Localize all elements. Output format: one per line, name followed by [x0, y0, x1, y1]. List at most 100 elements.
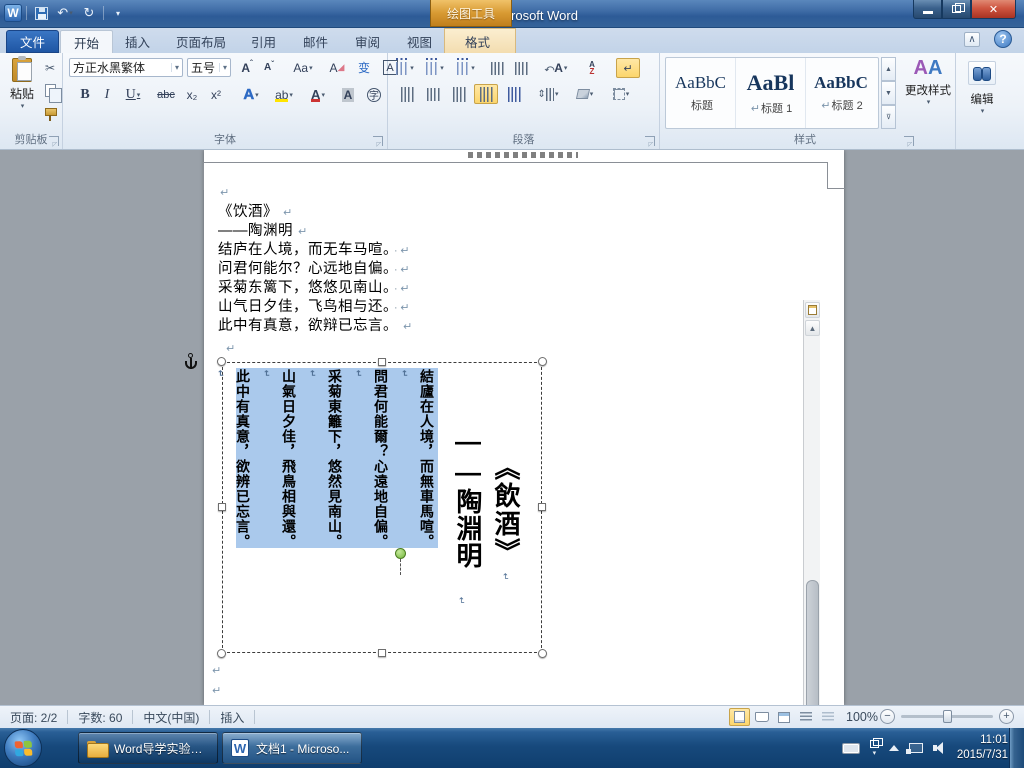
resize-handle-right[interactable]: [538, 503, 546, 511]
scrollbar-thumb[interactable]: [806, 580, 819, 705]
tab-mailings[interactable]: 邮件: [290, 30, 341, 53]
web-layout-button[interactable]: [773, 708, 794, 726]
subscript-button[interactable]: x₂: [181, 85, 203, 104]
textbox-author[interactable]: ——陶淵明: [451, 426, 484, 569]
superscript-button[interactable]: x²: [205, 85, 227, 104]
resize-handle-top[interactable]: [378, 358, 386, 366]
status-language[interactable]: 中文(中国): [133, 706, 209, 728]
style-item-title[interactable]: AaBbC 标题: [666, 58, 736, 128]
zoom-slider-thumb[interactable]: [943, 710, 952, 723]
shading-button[interactable]: ▾: [570, 84, 600, 104]
enclose-characters-button[interactable]: 字: [363, 85, 385, 104]
text-highlight-button[interactable]: ab ▾: [269, 85, 299, 104]
numbering-button[interactable]: ▾: [423, 57, 447, 77]
taskbar-clock[interactable]: 11:01 2015/7/31: [957, 733, 1008, 763]
styles-scroll-up-button[interactable]: ▲: [881, 57, 896, 81]
minimize-ribbon-button[interactable]: ∧: [964, 32, 980, 47]
increase-indent-button[interactable]: [510, 59, 532, 77]
styles-dialog-launcher[interactable]: [904, 136, 914, 146]
font-name-combo[interactable]: 方正水黑繁体 ▾: [69, 58, 183, 77]
full-screen-reading-button[interactable]: [751, 708, 772, 726]
change-case-button[interactable]: Aa ▾: [289, 58, 317, 77]
taskbar-item-word[interactable]: W 文档1 - Microso...: [222, 732, 362, 764]
change-styles-button[interactable]: AA 更改样式 ▾: [902, 57, 954, 106]
tab-format[interactable]: 格式: [452, 30, 503, 53]
resize-handle-left[interactable]: [218, 503, 226, 511]
distribute-button[interactable]: [502, 84, 526, 104]
restore-button[interactable]: [942, 0, 971, 19]
line-spacing-button[interactable]: ⇕ ▾: [534, 84, 562, 104]
font-size-combo[interactable]: 五号 ▾: [187, 58, 231, 77]
status-page-number[interactable]: 页面: 2/2: [0, 706, 67, 728]
show-hide-marks-button[interactable]: ↵: [616, 58, 640, 78]
italic-button[interactable]: I: [97, 85, 117, 104]
align-bottom-button[interactable]: [448, 84, 470, 104]
poem-line[interactable]: 结庐在人境，而无车马喧。 · ↵: [218, 241, 410, 261]
print-layout-view-button[interactable]: [729, 708, 750, 726]
title-bar[interactable]: W ↶▾ ↻ ▾ 文档1 - Microsoft Word 绘图工具 ✕: [0, 0, 1024, 28]
align-center-button[interactable]: [422, 84, 444, 104]
resize-handle-top-left[interactable]: [217, 357, 226, 366]
zoom-in-button[interactable]: +: [999, 709, 1014, 724]
poem-line[interactable]: 山气日夕佳，飞鸟相与还。 · ↵: [218, 298, 410, 318]
poem-line[interactable]: 问君何能尔？心远地自偏。 · ↵: [218, 260, 410, 280]
tab-view[interactable]: 视图: [394, 30, 445, 53]
draft-view-button[interactable]: [817, 708, 838, 726]
taskbar-item-folder[interactable]: Word导学实验08...: [78, 732, 218, 764]
tab-references[interactable]: 引用: [238, 30, 289, 53]
cut-button[interactable]: ✂: [40, 59, 60, 77]
style-item-heading1[interactable]: AaBl ↵ 标题 1: [736, 58, 806, 128]
language-bar-options[interactable]: ▾: [869, 737, 883, 757]
poem-line[interactable]: 采菊东篱下，悠悠见南山。 · ↵: [218, 279, 410, 299]
grow-font-button[interactable]: Aˆ: [237, 58, 257, 77]
minimize-button[interactable]: [913, 0, 942, 19]
bullets-button[interactable]: ▾: [393, 57, 417, 77]
editing-button[interactable]: 编辑 ▾: [962, 61, 1002, 115]
text-effects-button[interactable]: A ▾: [237, 85, 265, 104]
poem-line[interactable]: ——陶渊明 ↵: [218, 222, 308, 242]
show-desktop-button[interactable]: [1009, 728, 1024, 768]
textbox-column[interactable]: 山氣日夕佳，飛鳥相與還。↵: [254, 369, 300, 549]
styles-gallery-expand-button[interactable]: ⊽: [881, 105, 896, 129]
outline-view-button[interactable]: [795, 708, 816, 726]
zoom-slider-track[interactable]: [901, 710, 993, 723]
tab-file[interactable]: 文件: [6, 30, 60, 53]
start-button[interactable]: [4, 729, 42, 767]
phonetic-guide-button[interactable]: 变: [353, 58, 375, 77]
ruler-toggle-button[interactable]: [805, 302, 820, 318]
strikethrough-button[interactable]: abc: [153, 85, 179, 104]
sort-button[interactable]: A Z: [580, 59, 604, 77]
text-direction-button[interactable]: ⤺ A ▾: [540, 59, 572, 77]
textbox-column[interactable]: 結廬在人境，而無車馬喧。↵: [392, 369, 438, 549]
copy-button[interactable]: [40, 81, 62, 103]
status-insert-mode[interactable]: 插入: [210, 706, 254, 728]
justify-button[interactable]: [474, 84, 498, 104]
tab-page-layout[interactable]: 页面布局: [163, 30, 239, 53]
underline-button[interactable]: U ▾: [119, 85, 147, 104]
close-button[interactable]: ✕: [971, 0, 1016, 19]
shrink-font-button[interactable]: Aˇ: [259, 58, 279, 77]
borders-button[interactable]: ▾: [606, 84, 636, 104]
textbox-column[interactable]: 問君何能爾？心遠地自偏。↵: [346, 369, 392, 549]
clipboard-dialog-launcher[interactable]: [49, 136, 59, 146]
character-shading-button[interactable]: A: [337, 85, 359, 104]
zoom-out-button[interactable]: −: [880, 709, 895, 724]
scroll-up-button[interactable]: ▲: [805, 320, 820, 336]
tab-insert[interactable]: 插入: [112, 30, 163, 53]
document-page[interactable]: ↵ 《饮酒》 ↵ ——陶渊明 ↵ 结庐在人境，而无车马喧。 · ↵ 问君何能尔？心远地自…: [185, 150, 845, 705]
styles-scroll-down-button[interactable]: ▼: [881, 81, 896, 105]
font-color-button[interactable]: A ▾: [303, 85, 333, 104]
textbox-column[interactable]: 采菊東籬下，悠然見南山。↵: [300, 369, 346, 549]
vertical-scrollbar[interactable]: ▲ ▼ ⏶ ⏷: [803, 300, 820, 705]
bold-button[interactable]: B: [75, 85, 95, 104]
decrease-indent-button[interactable]: [486, 59, 508, 77]
paragraph-dialog-launcher[interactable]: [645, 136, 655, 146]
zoom-percentage[interactable]: 100%: [846, 710, 878, 724]
paste-button[interactable]: 粘贴 ▾: [6, 56, 38, 110]
network-icon[interactable]: [905, 743, 923, 754]
volume-icon[interactable]: [932, 742, 947, 754]
rotation-handle[interactable]: [395, 548, 406, 559]
resize-handle-bottom[interactable]: [378, 649, 386, 657]
style-item-heading2[interactable]: AaBbC ↵ 标题 2: [806, 58, 876, 128]
resize-handle-bottom-right[interactable]: [538, 649, 547, 658]
